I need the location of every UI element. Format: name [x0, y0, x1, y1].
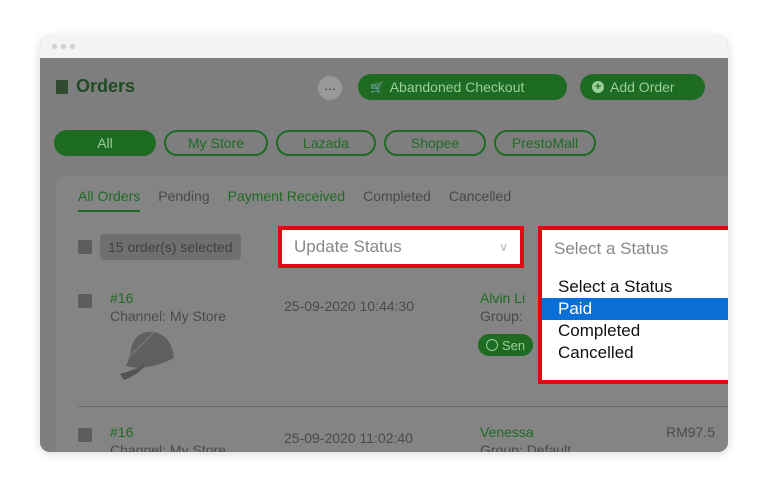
tab-completed[interactable]: Completed	[363, 188, 431, 212]
order-id-link[interactable]: #16	[110, 290, 133, 306]
page-title: Orders	[56, 76, 135, 97]
window-controls	[52, 44, 75, 49]
add-order-label: Add Order	[610, 79, 675, 95]
cart-icon: 🛒	[370, 81, 384, 94]
update-status-placeholder: Update Status	[294, 237, 402, 256]
channel-chip-all[interactable]: All	[54, 130, 156, 156]
order-customer-group: Group:	[480, 308, 523, 324]
order-row-checkbox[interactable]	[78, 294, 92, 308]
maximize-dot-icon[interactable]	[70, 44, 75, 49]
order-customer-name[interactable]: Venessa	[480, 424, 534, 440]
channel-chip-lazada[interactable]: Lazada	[276, 130, 376, 156]
bulk-selection-row: 15 order(s) selected	[78, 234, 241, 260]
whatsapp-icon	[486, 339, 498, 351]
window-titlebar	[40, 36, 728, 58]
tab-payment-received[interactable]: Payment Received	[228, 188, 346, 212]
status-filter-placeholder: Select a Status	[554, 239, 669, 258]
channel-filter: All My Store Lazada Shopee PrestoMall	[54, 130, 596, 156]
chevron-down-icon: ∨	[499, 240, 508, 254]
order-date: 25-09-2020 11:02:40	[284, 430, 413, 446]
order-row-checkbox[interactable]	[78, 428, 92, 442]
order-date: 25-09-2020 10:44:30	[284, 298, 414, 314]
orders-page: Orders … 🛒 Abandoned Checkout + Add Orde…	[40, 58, 728, 452]
document-icon	[56, 79, 68, 94]
order-amount: RM97.5	[666, 424, 716, 440]
plus-icon: +	[592, 81, 604, 93]
status-dropdown-list: Select a Status Paid Completed Cancelled	[538, 268, 728, 384]
orders-panel: All Orders Pending Payment Received Comp…	[56, 176, 728, 452]
selected-count-badge: 15 order(s) selected	[100, 234, 241, 260]
status-tabs: All Orders Pending Payment Received Comp…	[78, 188, 511, 212]
status-option-cancelled[interactable]: Cancelled	[542, 342, 728, 364]
tab-pending[interactable]: Pending	[158, 188, 209, 212]
row-divider	[78, 406, 728, 407]
more-options-button[interactable]: …	[318, 76, 342, 100]
app-window: Orders … 🛒 Abandoned Checkout + Add Orde…	[40, 36, 728, 452]
channel-chip-prestomall[interactable]: PrestoMall	[494, 130, 596, 156]
abandoned-checkout-label: Abandoned Checkout	[389, 79, 525, 95]
order-id-link[interactable]: #16	[110, 424, 133, 440]
status-option-completed[interactable]: Completed	[542, 320, 728, 342]
tab-all-orders[interactable]: All Orders	[78, 188, 141, 212]
update-status-select[interactable]: Update Status ∨	[278, 226, 524, 268]
tab-cancelled[interactable]: Cancelled	[449, 188, 511, 212]
status-option-paid[interactable]: Paid	[542, 298, 728, 320]
order-customer-name[interactable]: Alvin Li	[480, 290, 525, 306]
close-dot-icon[interactable]	[52, 44, 57, 49]
add-order-button[interactable]: + Add Order	[580, 74, 705, 100]
minimize-dot-icon[interactable]	[61, 44, 66, 49]
channel-chip-my-store[interactable]: My Store	[164, 130, 268, 156]
channel-chip-shopee[interactable]: Shopee	[384, 130, 486, 156]
order-channel: Channel: My Store	[110, 308, 226, 324]
abandoned-checkout-button[interactable]: 🛒 Abandoned Checkout	[358, 74, 567, 100]
status-option-select[interactable]: Select a Status	[542, 276, 728, 298]
order-channel: Channel: My Store	[110, 442, 226, 452]
send-message-button[interactable]: Sen	[478, 334, 534, 356]
select-all-checkbox[interactable]	[78, 240, 92, 254]
product-thumbnail	[120, 331, 174, 380]
order-customer-group: Group: Default	[480, 442, 572, 452]
send-message-label: Sen	[502, 337, 526, 353]
status-filter-select[interactable]: Select a Status ∨	[538, 226, 728, 268]
page-title-text: Orders	[76, 76, 136, 96]
